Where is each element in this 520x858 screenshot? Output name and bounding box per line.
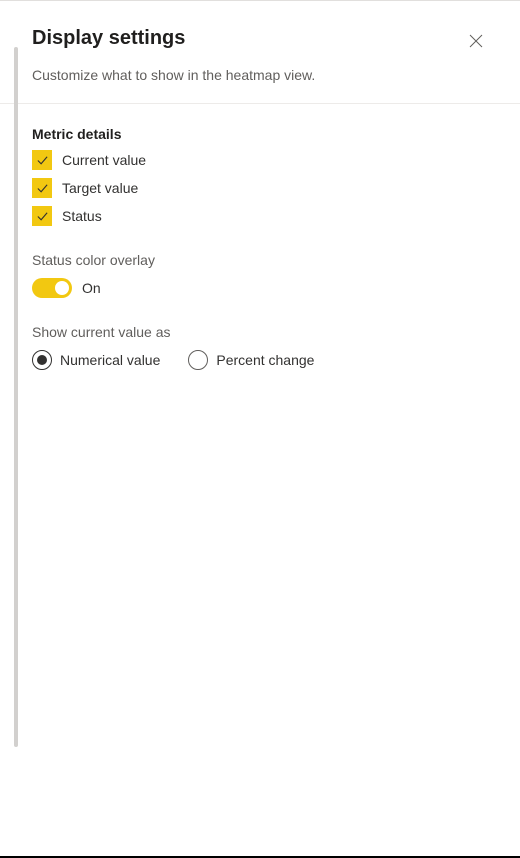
status-overlay-toggle[interactable] (32, 278, 72, 298)
radio-label: Percent change (216, 352, 314, 368)
checkmark-icon (36, 182, 49, 195)
settings-panel: Display settings Customize what to show … (0, 0, 520, 858)
checkbox-current-value[interactable] (32, 150, 52, 170)
checkbox-target-value[interactable] (32, 178, 52, 198)
panel-body: Display settings Customize what to show … (0, 1, 520, 390)
checkbox-row-status: Status (32, 206, 490, 226)
checkbox-label: Status (62, 208, 102, 224)
scroll-indicator (14, 47, 18, 747)
toggle-state-label: On (82, 280, 101, 296)
show-as-label: Show current value as (32, 324, 490, 340)
radio-numerical (32, 350, 52, 370)
panel-subtitle: Customize what to show in the heatmap vi… (32, 67, 490, 83)
checkmark-icon (36, 210, 49, 223)
close-icon (469, 34, 483, 48)
panel-title: Display settings (32, 27, 185, 50)
metric-details-label: Metric details (32, 126, 490, 142)
checkbox-status[interactable] (32, 206, 52, 226)
toggle-thumb (55, 281, 69, 295)
toggle-row: On (32, 278, 490, 298)
divider (0, 103, 520, 104)
radio-option-numerical[interactable]: Numerical value (32, 350, 160, 370)
checkbox-row-target-value: Target value (32, 178, 490, 198)
radio-label: Numerical value (60, 352, 160, 368)
radio-option-percent[interactable]: Percent change (188, 350, 314, 370)
checkbox-row-current-value: Current value (32, 150, 490, 170)
show-as-radio-group: Numerical value Percent change (32, 350, 490, 370)
radio-percent (188, 350, 208, 370)
close-button[interactable] (464, 29, 488, 53)
checkbox-label: Current value (62, 152, 146, 168)
status-overlay-label: Status color overlay (32, 252, 490, 268)
checkbox-label: Target value (62, 180, 138, 196)
panel-header: Display settings (32, 27, 490, 53)
radio-dot-icon (37, 355, 47, 365)
checkmark-icon (36, 154, 49, 167)
